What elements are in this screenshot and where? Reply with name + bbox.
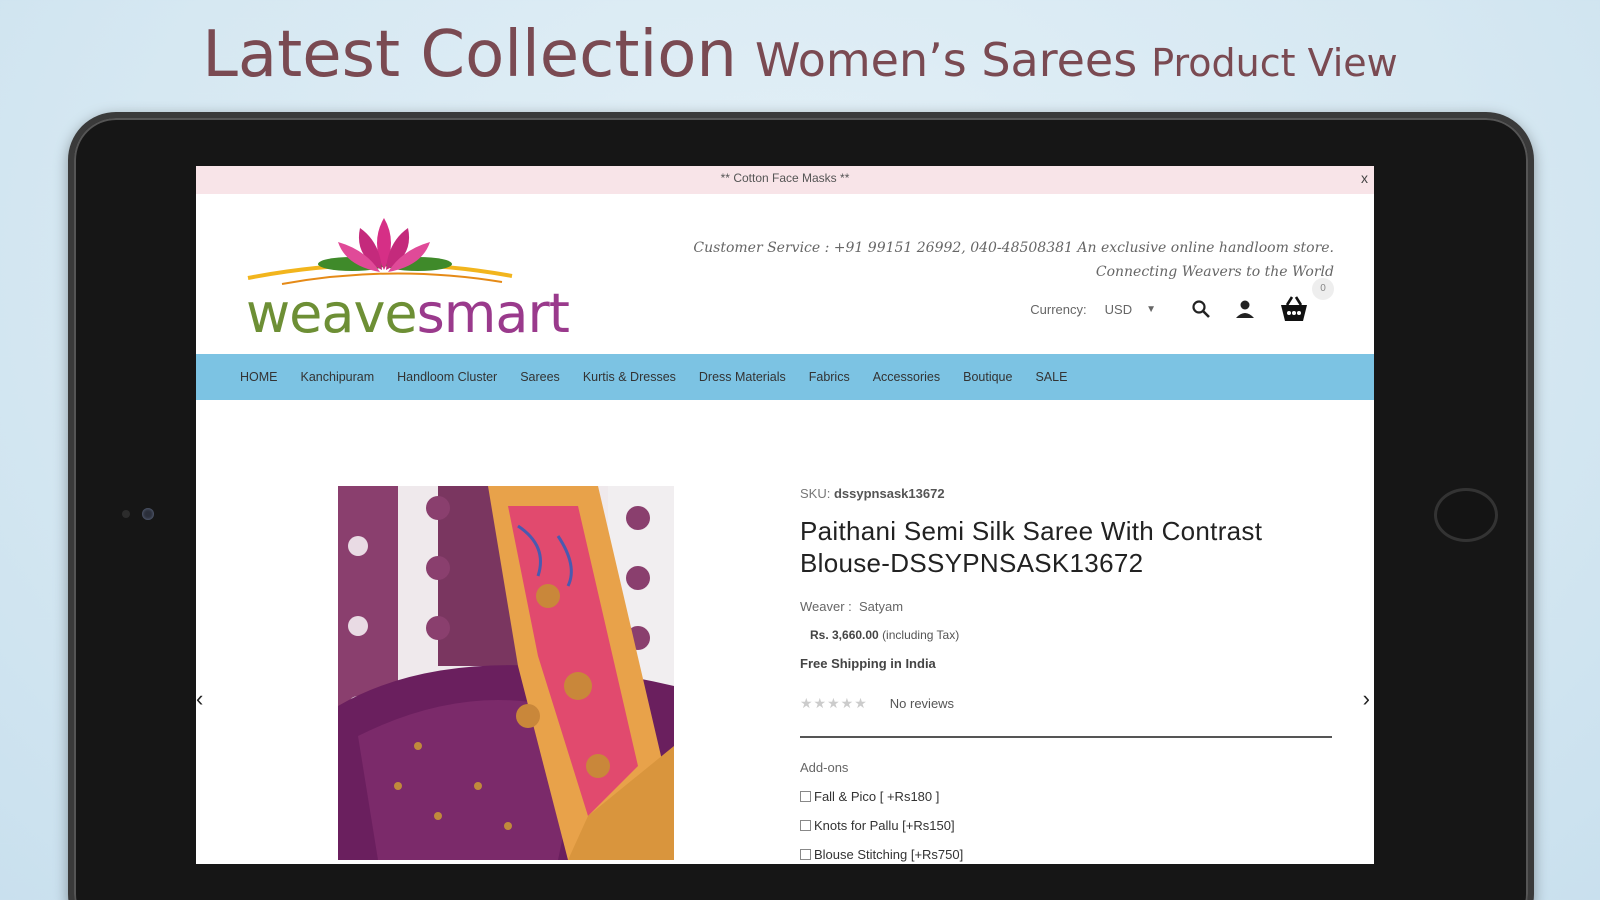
headline-womens-sarees: Women’s Sarees — [754, 33, 1138, 87]
promo-close-button[interactable]: x — [1361, 166, 1368, 190]
user-icon[interactable] — [1230, 294, 1260, 324]
nav-item-sale[interactable]: SALE — [1035, 370, 1067, 384]
price-note: (including Tax) — [882, 628, 960, 642]
product-weaver: Weaver : Satyam — [800, 599, 904, 614]
nav-item-boutique[interactable]: Boutique — [963, 370, 1012, 384]
nav-item-dress-materials[interactable]: Dress Materials — [699, 370, 786, 384]
currency-label: Currency: — [1030, 301, 1087, 317]
tablet-home-button[interactable] — [1434, 488, 1498, 542]
chevron-down-icon[interactable]: ▼ — [1146, 304, 1156, 315]
addon-fall-pico[interactable]: Fall & Pico [ +Rs180 ] — [800, 789, 1332, 804]
tablet-screen: ** Cotton Face Masks ** x weavesmart Cus… — [196, 166, 1374, 864]
reviews-row: ★★★★★ No reviews — [800, 695, 1332, 712]
addon-blouse-stitching[interactable]: Blouse Stitching [+Rs750] — [800, 847, 1332, 862]
product-title: Paithani Semi Silk Saree With Contrast B… — [800, 516, 1263, 578]
customer-service-text: Customer Service : +91 99151 26992, 040-… — [693, 240, 1334, 280]
logo-wordmark: weavesmart — [246, 282, 570, 345]
promo-bar[interactable]: ** Cotton Face Masks ** x — [196, 166, 1374, 194]
header-utility-bar: Currency: USD ▼ — [1030, 294, 1314, 324]
shipping-info: Free Shipping in India — [800, 656, 936, 671]
nav-item-home[interactable]: HOME — [240, 370, 278, 384]
nav-item-sarees[interactable]: Sarees — [520, 370, 560, 384]
product-sku: SKU: dssypnsask13672 — [800, 486, 945, 501]
promo-text[interactable]: ** Cotton Face Masks ** — [721, 171, 850, 185]
product-details: SKU: dssypnsask13672 Paithani Semi Silk … — [800, 486, 1332, 862]
sku-value: dssypnsask13672 — [833, 486, 945, 501]
cart-count-badge: 0 — [1312, 278, 1334, 300]
site-logo[interactable]: weavesmart — [242, 212, 570, 345]
nav-item-fabrics[interactable]: Fabrics — [809, 370, 850, 384]
currency-select[interactable]: USD — [1105, 302, 1132, 317]
cart-basket-icon[interactable] — [1274, 294, 1314, 324]
headline-product-view: Product View — [1151, 41, 1398, 85]
chevron-right-icon[interactable]: › — [1363, 686, 1370, 712]
weaver-value[interactable]: Satyam — [859, 599, 903, 614]
nav-item-kurtis-dresses[interactable]: Kurtis & Dresses — [583, 370, 676, 384]
nav-item-kanchipuram[interactable]: Kanchipuram — [301, 370, 375, 384]
reviews-count[interactable]: No reviews — [890, 696, 954, 711]
addon-checkbox[interactable] — [800, 820, 811, 831]
addon-knots-pallu[interactable]: Knots for Pallu [+Rs150] — [800, 818, 1332, 833]
chevron-left-icon[interactable]: ‹ — [196, 686, 203, 712]
addon-checkbox[interactable] — [800, 849, 811, 860]
nav-item-handloom-cluster[interactable]: Handloom Cluster — [397, 370, 497, 384]
tablet-frame: ** Cotton Face Masks ** x weavesmart Cus… — [68, 112, 1534, 900]
product-section: ‹ › SKU: dssypnsask13672 Paithani Semi S… — [196, 400, 1374, 862]
promo-headline: Latest Collection Women’s Sarees Product V… — [0, 18, 1600, 92]
lotus-logo-icon — [247, 218, 513, 285]
rating-stars[interactable]: ★★★★★ — [800, 695, 868, 712]
headline-latest-collection: Latest Collection — [202, 18, 737, 92]
site-header: weavesmart Customer Service : +91 99151 … — [196, 194, 1374, 354]
product-price: Rs. 3,660.00 (including Tax) — [810, 628, 960, 642]
product-image[interactable] — [338, 486, 674, 860]
main-nav: HOME Kanchipuram Handloom Cluster Sarees… — [196, 354, 1374, 400]
addon-checkbox[interactable] — [800, 791, 811, 802]
search-icon[interactable] — [1186, 294, 1216, 324]
addons-title: Add-ons — [800, 760, 849, 775]
nav-item-accessories[interactable]: Accessories — [873, 370, 940, 384]
tablet-camera — [122, 506, 162, 522]
divider — [800, 736, 1332, 738]
